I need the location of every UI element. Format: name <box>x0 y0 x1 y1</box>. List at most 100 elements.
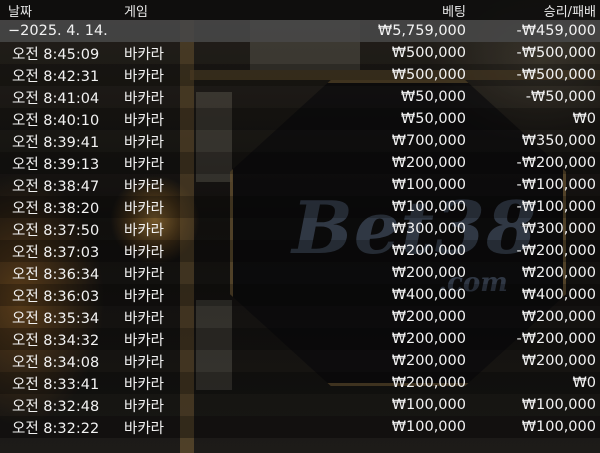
table-body: 오전 8:45:09 바카라 ₩500,000 -₩500,000 오전 8:42:31… <box>0 42 600 438</box>
row-bet: ₩200,000 <box>391 265 466 281</box>
row-game: 바카라 <box>124 68 165 85</box>
table-row[interactable]: 오전 8:38:47 바카라 ₩100,000 -₩100,000 <box>0 174 600 196</box>
table-row[interactable]: 오전 8:35:34 바카라 ₩200,000 ₩200,000 <box>0 306 600 328</box>
row-bet: ₩200,000 <box>391 375 466 391</box>
table-row[interactable]: 오전 8:39:13 바카라 ₩200,000 -₩200,000 <box>0 152 600 174</box>
row-result: ₩200,000 <box>521 309 596 325</box>
column-header-game[interactable]: 게임 <box>120 1 260 20</box>
table-row[interactable]: 오전 8:36:03 바카라 ₩400,000 ₩400,000 <box>0 284 600 306</box>
table-header: 날짜 게임 베팅 승리/패배 <box>0 0 600 20</box>
row-time: 오전 8:36:03 <box>12 288 100 305</box>
row-time: 오전 8:34:08 <box>12 354 100 371</box>
group-date: −2025. 4. 14. <box>8 23 108 39</box>
row-time: 오전 8:35:34 <box>12 310 100 327</box>
row-game: 바카라 <box>124 222 165 239</box>
row-result: ₩200,000 <box>521 353 596 369</box>
row-game: 바카라 <box>124 398 165 415</box>
row-game: 바카라 <box>124 200 165 217</box>
row-bet: ₩100,000 <box>391 419 466 435</box>
row-bet: ₩200,000 <box>391 331 466 347</box>
table-row[interactable]: 오전 8:34:32 바카라 ₩200,000 -₩200,000 <box>0 328 600 350</box>
row-time: 오전 8:37:50 <box>12 222 100 239</box>
row-bet: ₩500,000 <box>391 67 466 83</box>
column-header-date[interactable]: 날짜 <box>0 1 120 20</box>
row-game: 바카라 <box>124 310 165 327</box>
row-bet: ₩50,000 <box>400 89 466 105</box>
row-game: 바카라 <box>124 90 165 107</box>
table-row[interactable]: 오전 8:37:03 바카라 ₩200,000 -₩200,000 <box>0 240 600 262</box>
group-bet-total: ₩5,759,000 <box>377 23 466 39</box>
row-game: 바카라 <box>124 332 165 349</box>
table-row[interactable]: 오전 8:34:08 바카라 ₩200,000 ₩200,000 <box>0 350 600 372</box>
row-time: 오전 8:37:03 <box>12 244 100 261</box>
table-row[interactable]: 오전 8:36:34 바카라 ₩200,000 ₩200,000 <box>0 262 600 284</box>
row-time: 오전 8:32:22 <box>12 420 100 437</box>
row-bet: ₩100,000 <box>391 397 466 413</box>
row-bet: ₩50,000 <box>400 111 466 127</box>
bet-history-screen: Bet38 .com 날짜 게임 베팅 승리/패배 −2025. 4. 14. … <box>0 0 600 453</box>
row-result: -₩100,000 <box>516 199 596 215</box>
row-result: ₩0 <box>572 111 596 127</box>
row-result: ₩300,000 <box>521 221 596 237</box>
table-row[interactable]: 오전 8:41:04 바카라 ₩50,000 -₩50,000 <box>0 86 600 108</box>
row-time: 오전 8:32:48 <box>12 398 100 415</box>
row-game: 바카라 <box>124 288 165 305</box>
row-bet: ₩100,000 <box>391 177 466 193</box>
row-time: 오전 8:36:34 <box>12 266 100 283</box>
table-row[interactable]: 오전 8:42:31 바카라 ₩500,000 -₩500,000 <box>0 64 600 86</box>
row-game: 바카라 <box>124 244 165 261</box>
row-time: 오전 8:40:10 <box>12 112 100 129</box>
row-time: 오전 8:38:20 <box>12 200 100 217</box>
row-result: ₩350,000 <box>521 133 596 149</box>
row-bet: ₩400,000 <box>391 287 466 303</box>
column-header-result[interactable]: 승리/패배 <box>470 1 600 20</box>
row-result: -₩200,000 <box>516 243 596 259</box>
row-time: 오전 8:45:09 <box>12 46 100 63</box>
column-header-bet[interactable]: 베팅 <box>260 1 470 20</box>
table-row[interactable]: 오전 8:38:20 바카라 ₩100,000 -₩100,000 <box>0 196 600 218</box>
row-game: 바카라 <box>124 354 165 371</box>
row-bet: ₩200,000 <box>391 309 466 325</box>
row-result: -₩100,000 <box>516 177 596 193</box>
table-row[interactable]: 오전 8:39:41 바카라 ₩700,000 ₩350,000 <box>0 130 600 152</box>
row-result: -₩200,000 <box>516 331 596 347</box>
row-bet: ₩300,000 <box>391 221 466 237</box>
row-result: ₩200,000 <box>521 265 596 281</box>
table-row[interactable]: 오전 8:37:50 바카라 ₩300,000 ₩300,000 <box>0 218 600 240</box>
row-game: 바카라 <box>124 112 165 129</box>
row-game: 바카라 <box>124 420 165 437</box>
bet-history-table: 날짜 게임 베팅 승리/패배 −2025. 4. 14. ₩5,759,000 … <box>0 0 600 438</box>
row-result: -₩200,000 <box>516 155 596 171</box>
row-bet: ₩200,000 <box>391 353 466 369</box>
row-result: ₩100,000 <box>521 419 596 435</box>
row-bet: ₩100,000 <box>391 199 466 215</box>
row-bet: ₩200,000 <box>391 155 466 171</box>
row-game: 바카라 <box>124 46 165 63</box>
row-result: -₩500,000 <box>516 45 596 61</box>
row-result: -₩500,000 <box>516 67 596 83</box>
row-bet: ₩200,000 <box>391 243 466 259</box>
row-time: 오전 8:39:41 <box>12 134 100 151</box>
row-game: 바카라 <box>124 266 165 283</box>
table-row[interactable]: 오전 8:32:48 바카라 ₩100,000 ₩100,000 <box>0 394 600 416</box>
group-result-total: -₩459,000 <box>516 23 596 39</box>
row-time: 오전 8:38:47 <box>12 178 100 195</box>
row-bet: ₩500,000 <box>391 45 466 61</box>
row-time: 오전 8:39:13 <box>12 156 100 173</box>
row-time: 오전 8:41:04 <box>12 90 100 107</box>
row-game: 바카라 <box>124 134 165 151</box>
row-result: ₩400,000 <box>521 287 596 303</box>
row-result: -₩50,000 <box>525 89 596 105</box>
table-row[interactable]: 오전 8:45:09 바카라 ₩500,000 -₩500,000 <box>0 42 600 64</box>
row-result: ₩100,000 <box>521 397 596 413</box>
row-time: 오전 8:34:32 <box>12 332 100 349</box>
row-game: 바카라 <box>124 156 165 173</box>
table-row[interactable]: 오전 8:33:41 바카라 ₩200,000 ₩0 <box>0 372 600 394</box>
table-row[interactable]: 오전 8:40:10 바카라 ₩50,000 ₩0 <box>0 108 600 130</box>
row-bet: ₩700,000 <box>391 133 466 149</box>
row-game: 바카라 <box>124 376 165 393</box>
date-group-row[interactable]: −2025. 4. 14. ₩5,759,000 -₩459,000 <box>0 20 600 42</box>
row-time: 오전 8:42:31 <box>12 68 100 85</box>
row-time: 오전 8:33:41 <box>12 376 100 393</box>
table-row[interactable]: 오전 8:32:22 바카라 ₩100,000 ₩100,000 <box>0 416 600 438</box>
